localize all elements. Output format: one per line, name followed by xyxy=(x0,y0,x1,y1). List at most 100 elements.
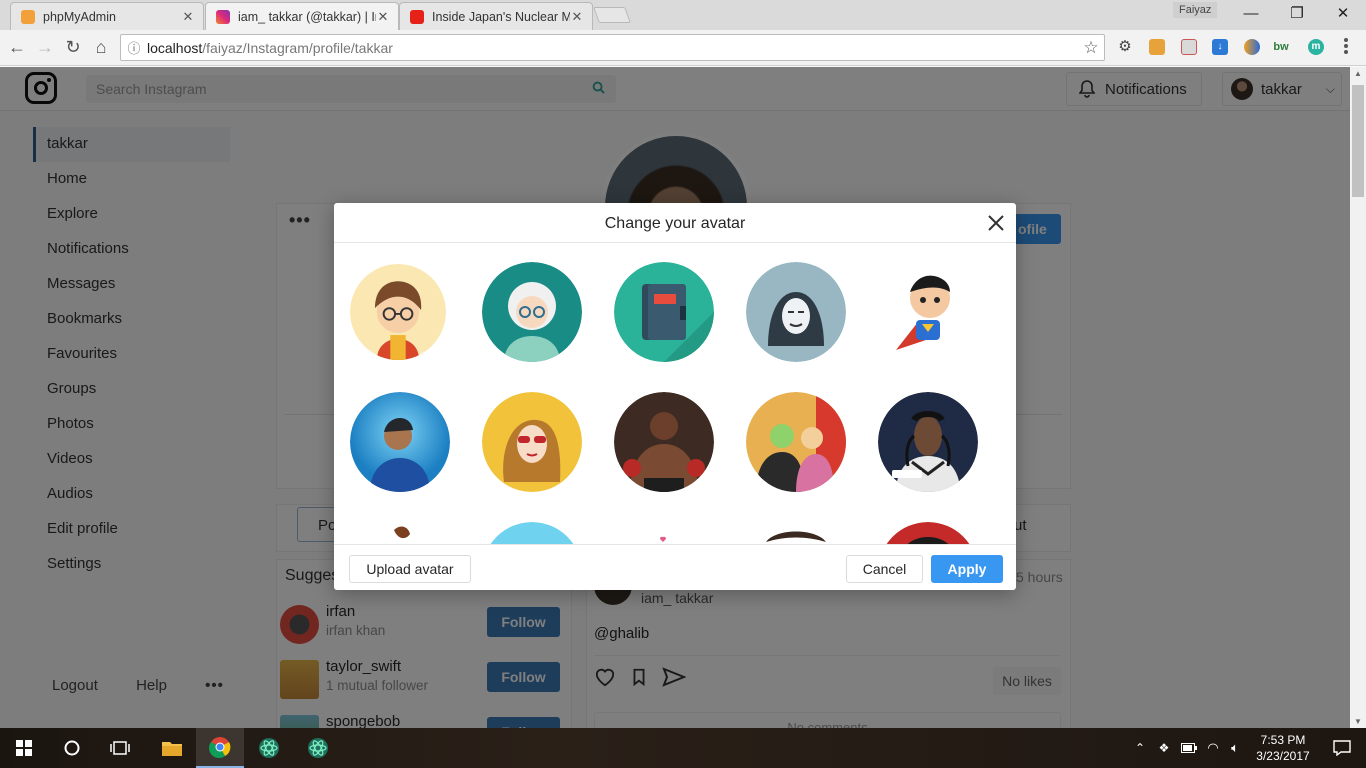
extension-icon[interactable]: m xyxy=(1308,39,1324,55)
extension-icon[interactable] xyxy=(1181,39,1197,55)
avatar-option-icon xyxy=(754,522,838,544)
cortana-icon xyxy=(64,740,80,756)
change-avatar-modal: Change your avatar Upload avatar Cancel … xyxy=(334,203,1016,590)
cricketer-avatar-icon xyxy=(350,392,450,492)
close-window-button[interactable]: ✕ xyxy=(1320,0,1366,30)
browser-profile-name[interactable]: Faiyaz xyxy=(1173,2,1218,18)
close-tab-icon[interactable]: ✕ xyxy=(181,9,195,25)
clock-date: 3/23/2017 xyxy=(1256,749,1310,763)
tab-instagram[interactable]: iam_ takkar (@takkar) | In ✕ xyxy=(205,2,399,30)
windows-taskbar: ⌃ ❖ ◠ 🔈︎ 7:53 PM 3/23/2017 xyxy=(0,728,1366,768)
folder-icon xyxy=(162,742,182,756)
browser-menu-icon[interactable] xyxy=(1342,38,1350,58)
rapper-avatar-icon xyxy=(878,392,978,492)
singer-avatar-icon xyxy=(482,392,582,492)
heart-avatar-icon xyxy=(622,522,706,544)
tab-phpmyadmin[interactable]: phpMyAdmin ✕ xyxy=(10,2,204,30)
avatar-option-boxer[interactable] xyxy=(614,392,714,492)
close-tab-icon[interactable]: ✕ xyxy=(570,9,584,25)
cortana-button[interactable] xyxy=(48,728,96,768)
upload-avatar-button[interactable]: Upload avatar xyxy=(349,555,471,583)
superman-avatar-icon xyxy=(878,262,978,362)
scroll-down-icon[interactable]: ▼ xyxy=(1354,717,1362,726)
book-avatar-icon xyxy=(614,262,714,362)
avatar-option-boy[interactable] xyxy=(350,264,446,360)
avatar-option-dhoni[interactable] xyxy=(350,392,450,492)
info-icon[interactable]: ⓘ xyxy=(121,38,147,57)
task-view-icon xyxy=(110,741,130,755)
home-button[interactable]: ⌂ xyxy=(90,36,112,58)
tab-title: Inside Japan's Nuclear M xyxy=(432,9,570,24)
battery-tray-icon[interactable] xyxy=(1178,728,1200,768)
avatar-option[interactable] xyxy=(878,522,978,544)
avatar-option-book[interactable] xyxy=(614,262,714,362)
task-view-button[interactable] xyxy=(96,728,144,768)
chrome-icon xyxy=(209,737,231,758)
back-button[interactable]: ← xyxy=(6,36,28,58)
browser-toolbar: ← → ↻ ⌂ ⓘ localhost/faiyaz/Instagram/pro… xyxy=(0,30,1366,66)
grandma-avatar-icon xyxy=(482,262,582,362)
phpmyadmin-icon xyxy=(21,9,35,24)
avatar-option-grandma[interactable] xyxy=(482,262,582,362)
avatar-option-pulp[interactable] xyxy=(746,392,846,492)
windows-logo-icon xyxy=(16,740,32,756)
file-explorer-button[interactable] xyxy=(148,728,196,768)
browser-tab-strip: phpMyAdmin ✕ iam_ takkar (@takkar) | In … xyxy=(0,0,1366,30)
avatar-option-icon xyxy=(490,522,574,544)
modal-header: Change your avatar xyxy=(334,203,1016,243)
action-center-button[interactable] xyxy=(1318,728,1366,768)
volume-tray-icon[interactable]: 🔈︎ xyxy=(1224,728,1246,768)
scrollbar-thumb[interactable] xyxy=(1352,85,1364,197)
avatar-option-taylor[interactable] xyxy=(482,392,582,492)
download-icon[interactable]: ↓ xyxy=(1212,39,1228,55)
url-path: /faiyaz/Instagram/profile/takkar xyxy=(202,39,393,56)
wifi-tray-icon[interactable]: ◠ xyxy=(1202,728,1224,768)
extension-icon[interactable] xyxy=(1149,39,1165,55)
new-tab-button[interactable] xyxy=(593,7,631,23)
restore-button[interactable]: ❐ xyxy=(1274,0,1320,30)
clock-time: 7:53 PM xyxy=(1260,733,1306,747)
settings-gear-icon[interactable]: ⚙ xyxy=(1117,39,1133,55)
avatar-option[interactable] xyxy=(482,522,582,544)
page-scrollbar[interactable]: ▲ ▼ xyxy=(1350,67,1366,728)
reload-button[interactable]: ↻ xyxy=(62,36,84,58)
notification-center-icon xyxy=(1333,740,1351,756)
dropbox-tray-icon[interactable]: ❖ xyxy=(1152,728,1176,768)
instagram-page: Notifications takkar ⌵ takkar Home Explo… xyxy=(0,67,1350,728)
tab-title: phpMyAdmin xyxy=(43,9,116,24)
start-button[interactable] xyxy=(0,728,48,768)
apply-button[interactable]: Apply xyxy=(931,555,1003,583)
minimize-button[interactable]: — xyxy=(1228,0,1274,30)
extension-icon[interactable]: bw xyxy=(1273,39,1289,55)
cancel-button[interactable]: Cancel xyxy=(846,555,923,583)
close-tab-icon[interactable]: ✕ xyxy=(376,9,390,25)
avatar-option[interactable] xyxy=(746,522,846,544)
avatar-option-snoop[interactable] xyxy=(878,392,978,492)
atom-icon xyxy=(259,738,279,758)
forward-button[interactable]: → xyxy=(34,36,56,58)
system-clock[interactable]: 7:53 PM 3/23/2017 xyxy=(1245,732,1321,764)
avatar-option-icon xyxy=(886,522,970,544)
atom-taskbar-button[interactable] xyxy=(245,728,293,768)
address-bar[interactable]: ⓘ localhost/faiyaz/Instagram/profile/tak… xyxy=(120,34,1105,61)
close-icon[interactable] xyxy=(986,213,1006,233)
youtube-icon xyxy=(410,9,424,24)
show-hidden-icons-button[interactable]: ⌃ xyxy=(1130,728,1150,768)
modal-title: Change your avatar xyxy=(604,215,746,232)
tab-title: iam_ takkar (@takkar) | In xyxy=(238,9,376,24)
bookmark-star-icon[interactable]: ☆ xyxy=(1078,38,1104,58)
extension-icon[interactable] xyxy=(1244,39,1260,55)
chrome-taskbar-button[interactable] xyxy=(196,728,244,768)
avatar-option[interactable] xyxy=(614,522,714,544)
avatar-option-hacker[interactable] xyxy=(746,262,846,362)
hacker-avatar-icon xyxy=(746,262,846,362)
avatar-option-superman[interactable] xyxy=(878,262,978,362)
avatar-grid xyxy=(334,244,1016,544)
avatar-option[interactable] xyxy=(350,522,450,544)
boy-avatar-icon xyxy=(350,264,446,360)
movie-avatar-icon xyxy=(746,392,846,492)
scroll-up-icon[interactable]: ▲ xyxy=(1354,69,1362,78)
url-text[interactable]: localhost/faiyaz/Instagram/profile/takka… xyxy=(147,40,1078,56)
atom-taskbar-button[interactable] xyxy=(294,728,342,768)
tab-youtube[interactable]: Inside Japan's Nuclear M ✕ xyxy=(399,2,593,30)
